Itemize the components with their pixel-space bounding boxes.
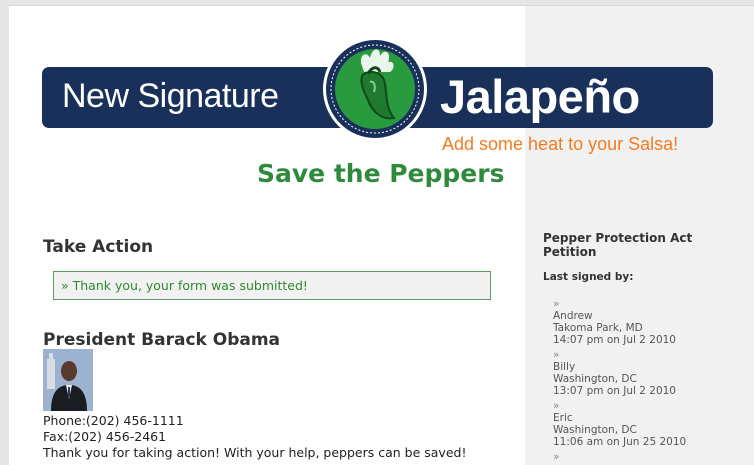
bullet-marker: » — [553, 298, 560, 310]
petition-title[interactable]: Pepper Protection Act Petition — [543, 231, 723, 259]
signer-name: Andrew — [553, 310, 593, 322]
thank-you-message: Thank you for taking action! With your h… — [43, 445, 467, 460]
page-title: Save the Peppers — [257, 159, 505, 188]
signer-item: » — [553, 451, 559, 463]
bullet-marker: » — [553, 400, 560, 412]
banner-tagline: Add some heat to your Salsa! — [442, 134, 679, 154]
target-photo — [43, 349, 93, 411]
signer-item: » Andrew Takoma Park, MD 14:07 pm on Jul… — [553, 298, 676, 346]
success-notice-text: » Thank you, your form was submitted! — [61, 278, 308, 293]
signer-time: 13:07 pm on Jul 2 2010 — [553, 385, 676, 397]
signer-location: Washington, DC — [553, 373, 637, 385]
signer-location: Washington, DC — [553, 424, 637, 436]
signer-name: Billy — [553, 361, 576, 373]
banner-brand-left: New Signature — [62, 77, 279, 115]
signer-time: 14:07 pm on Jul 2 2010 — [553, 334, 676, 346]
site-banner[interactable]: New Signature Jalapeño Add some heat to … — [42, 36, 714, 160]
take-action-heading: Take Action — [43, 237, 154, 257]
person-photo-icon — [43, 349, 93, 411]
signer-name: Eric — [553, 412, 573, 424]
signer-location: Takoma Park, MD — [553, 322, 643, 334]
success-notice: » Thank you, your form was submitted! — [53, 271, 491, 300]
bullet-marker: » — [553, 349, 560, 361]
top-divider — [9, 5, 754, 6]
signer-item: » Eric Washington, DC 11:06 am on Jun 25… — [553, 400, 686, 448]
last-signed-label: Last signed by: — [543, 271, 634, 283]
signer-time: 11:06 am on Jun 25 2010 — [553, 436, 687, 448]
signer-item: » Billy Washington, DC 13:07 pm on Jul 2… — [553, 349, 676, 397]
banner-brand-right: Jalapeño — [440, 70, 640, 123]
jalapeno-logo-icon — [323, 37, 427, 141]
bullet-marker: » — [553, 451, 560, 463]
target-name-heading: President Barack Obama — [43, 330, 281, 350]
target-phone: Phone:(202) 456-1111 — [43, 413, 184, 428]
target-fax: Fax:(202) 456-2461 — [43, 429, 167, 444]
